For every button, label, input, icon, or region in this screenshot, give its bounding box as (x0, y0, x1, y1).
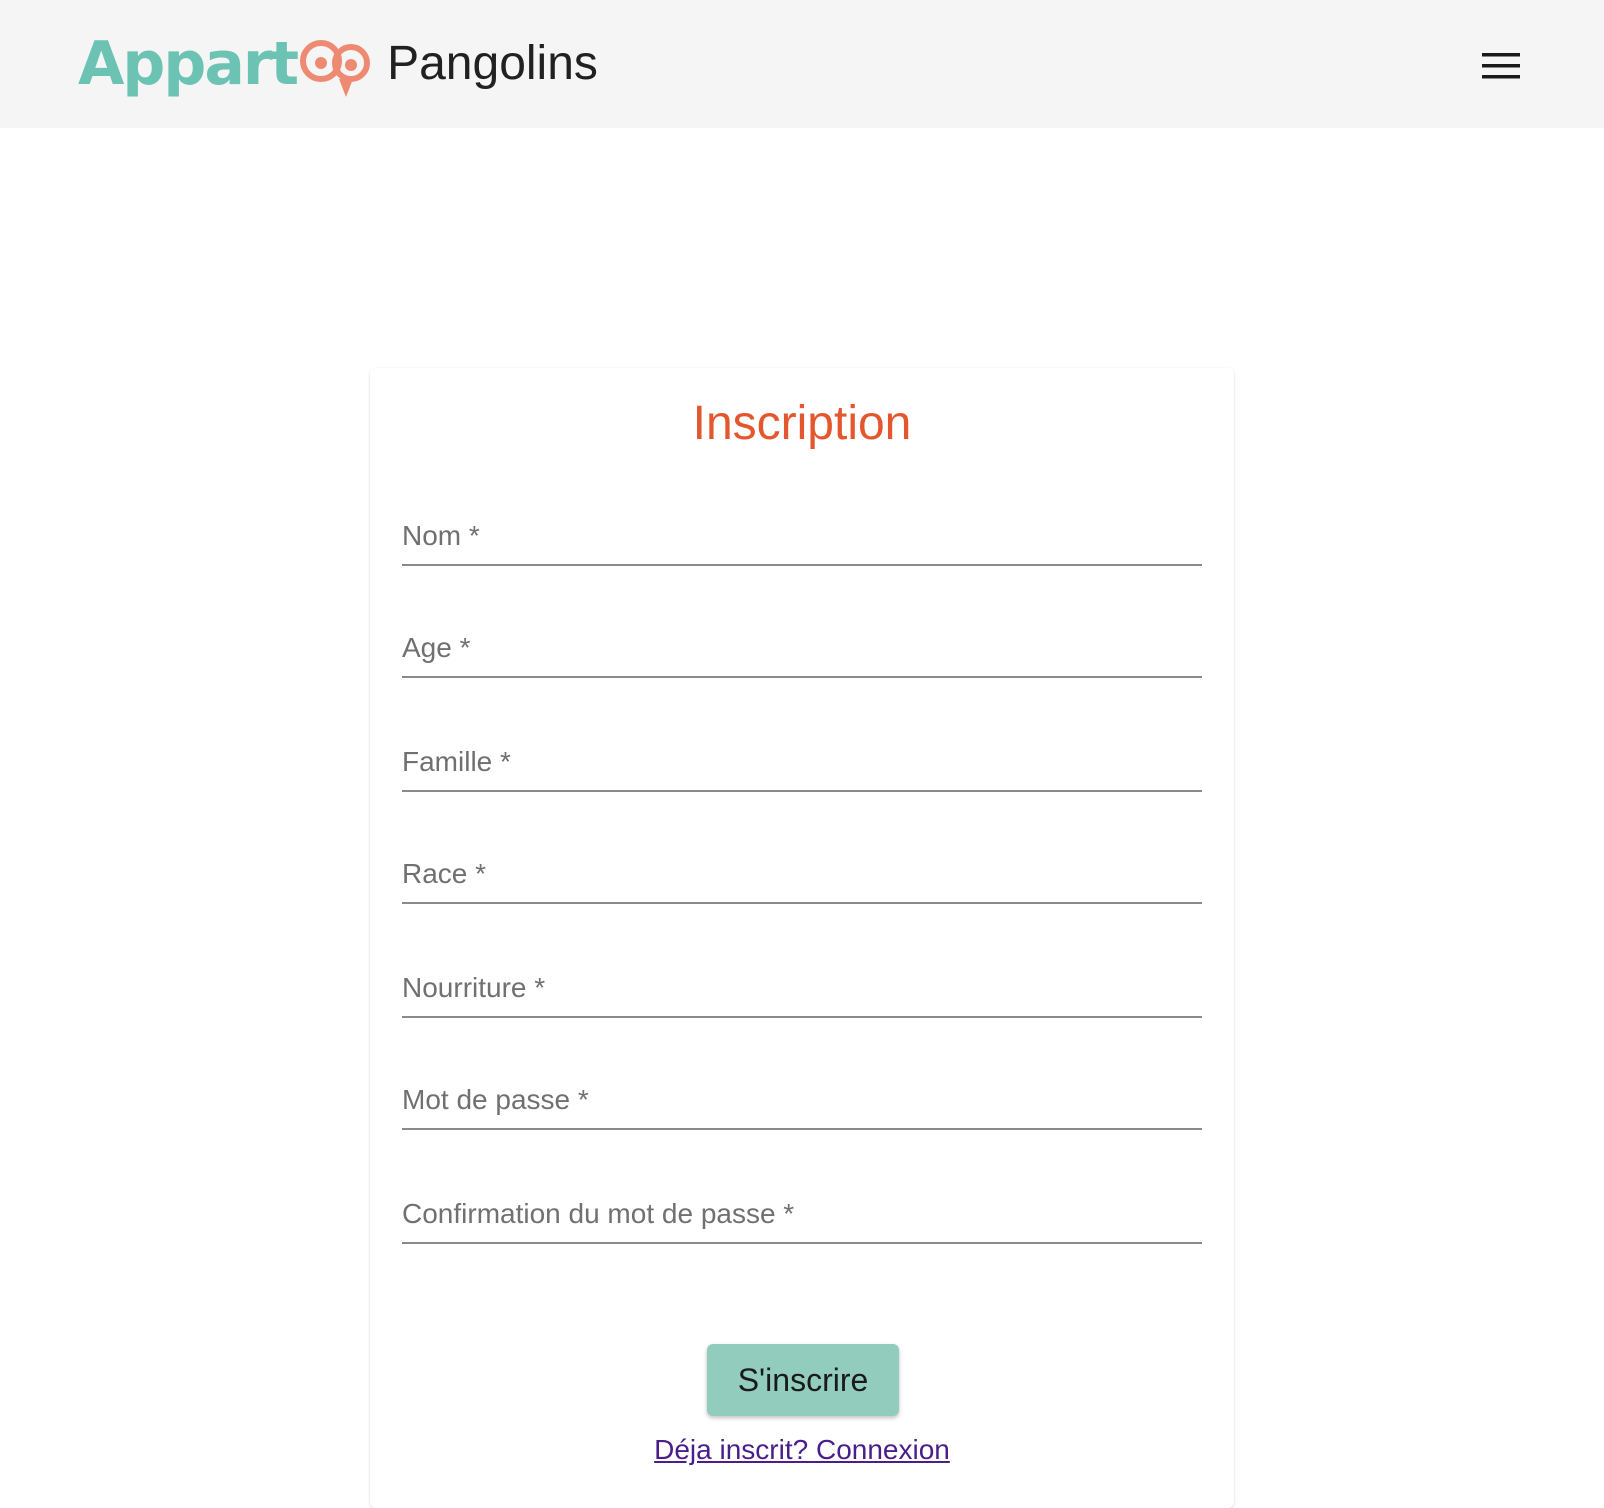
signup-card: Inscription Nom * Age * Famille * Race *… (370, 368, 1234, 1508)
app-title: Pangolins (387, 37, 598, 90)
signup-button[interactable]: S'inscrire (707, 1344, 899, 1416)
appartoo-logo: Appart (78, 26, 373, 102)
famille-field[interactable]: Famille * (402, 730, 1202, 808)
password-confirm-input[interactable] (402, 1182, 1202, 1260)
nourriture-input[interactable] (402, 956, 1202, 1034)
famille-input[interactable] (402, 730, 1202, 808)
nourriture-field[interactable]: Nourriture * (402, 956, 1202, 1034)
nom-field[interactable]: Nom * (402, 504, 1202, 582)
login-link[interactable]: Déja inscrit? Connexion (654, 1434, 950, 1465)
top-app-bar: Appart Pangolins (0, 0, 1604, 128)
password-field[interactable]: Mot de passe * (402, 1068, 1202, 1146)
logo-eyes-icon (300, 40, 371, 97)
age-input[interactable] (402, 616, 1202, 694)
race-input[interactable] (402, 842, 1202, 920)
nom-input[interactable] (402, 504, 1202, 582)
login-link-container: Déja inscrit? Connexion (370, 1436, 1234, 1464)
brand[interactable]: Appart Pangolins (78, 26, 598, 102)
form-title: Inscription (692, 397, 912, 450)
race-field[interactable]: Race * (402, 842, 1202, 920)
password-confirm-field[interactable]: Confirmation du mot de passe * (402, 1182, 1202, 1260)
menu-button[interactable] (1474, 44, 1528, 88)
hamburger-menu-icon (1482, 53, 1520, 79)
logo-text: Appart (78, 29, 299, 99)
password-input[interactable] (402, 1068, 1202, 1146)
age-field[interactable]: Age * (402, 616, 1202, 694)
